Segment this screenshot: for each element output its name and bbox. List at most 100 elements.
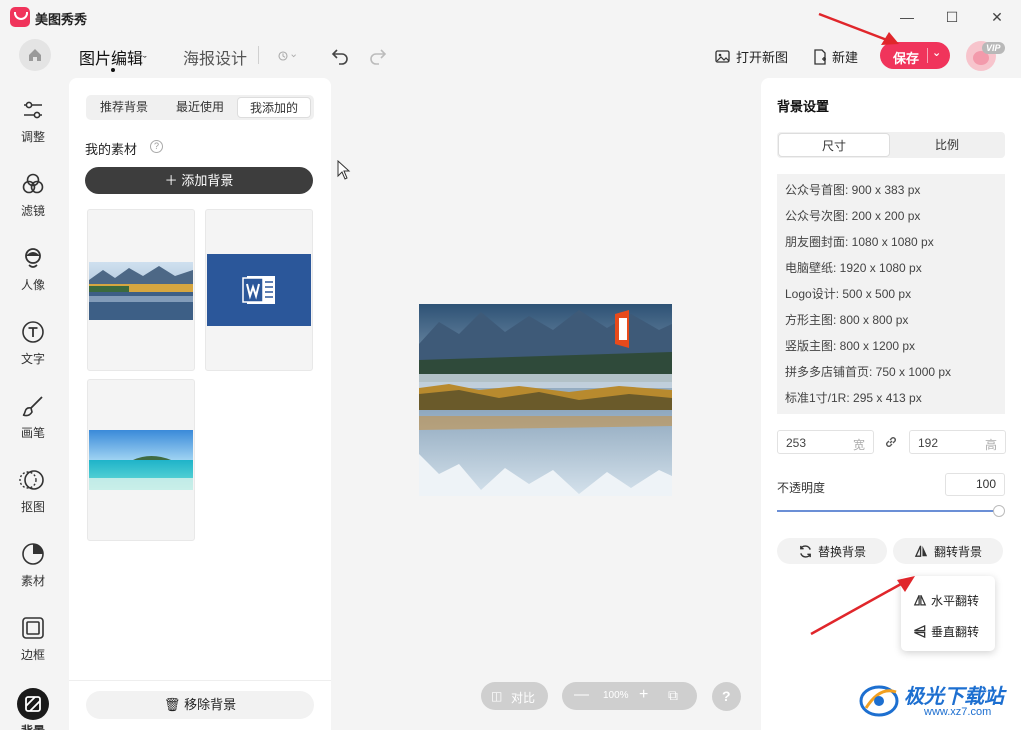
fit-screen-icon[interactable]: ⧉ [668,687,678,704]
opacity-slider-track[interactable] [777,510,999,512]
new-label: 新建 [832,50,859,65]
flip-background-button[interactable]: 翻转背景 [893,538,1003,564]
link-ratio-icon[interactable] [883,434,899,450]
tab-ratio[interactable]: 比例 [891,133,1003,157]
compare-label: 对比 [511,691,536,705]
frame-icon [22,617,44,639]
watermark-logo-icon [859,685,899,717]
title-bar: 美图秀秀 — ☐ ✕ [0,0,1021,34]
new-file-icon [814,48,826,65]
tab-image-edit[interactable]: 图片编辑ˇ [79,45,147,72]
home-icon [29,49,41,61]
compare-icon: ◫ [491,689,503,703]
open-new-image-label: 打开新图 [736,50,789,65]
remove-background-label: 移除背景 [184,697,237,712]
tab-recommended[interactable]: 推荐背景 [92,97,156,118]
remove-background-button[interactable]: 🗑 移除背景 [86,691,314,719]
nav-item-label: 边框 [20,648,45,662]
size-preset[interactable]: 电脑壁纸: 1920 x 1080 px [785,259,922,276]
word-image [207,254,311,326]
nav-item-adjust[interactable]: 调整 [0,98,66,158]
nav-item-label: 画笔 [20,426,45,440]
flip-horizontal-label: 水平翻转 [931,594,980,608]
tab-recent[interactable]: 最近使用 [168,97,232,118]
portrait-icon [25,248,41,268]
opacity-label: 不透明度 [777,481,826,495]
refresh-icon [800,544,811,558]
add-background-button[interactable]: ＋ 添加背景 [85,167,313,194]
beach-image [89,430,193,490]
save-divider [927,48,928,63]
undo-icon[interactable] [330,46,350,66]
flip-vertical-item[interactable]: 垂直翻转 [913,623,979,640]
nav-item-brush[interactable]: 画笔 [0,394,66,454]
nav-item-label: 素材 [20,574,45,588]
nav-item-label: 滤镜 [20,204,45,218]
cutout-icon [19,470,44,490]
chevron-down-icon[interactable]: ⌄ [932,46,941,59]
home-button[interactable] [19,39,51,71]
maximize-button[interactable]: ☐ [941,6,963,28]
filter-icon [22,173,44,194]
zoom-out-icon[interactable]: — [574,686,589,703]
canvas-image[interactable] [419,304,672,496]
app-name: 美图秀秀 [35,12,88,27]
tab-poster-design[interactable]: 海报设计 [183,45,247,69]
nav-item-sticker[interactable]: 素材 [0,542,66,602]
flip-horizontal-icon [913,594,927,606]
zoom-control: — 100% + ⧉ [562,682,697,710]
tab-my-added[interactable]: 我添加的 [237,97,311,118]
image-open-icon [715,49,730,63]
opacity-slider-handle[interactable] [993,505,1005,517]
nav-item-portrait[interactable]: 人像 [0,246,66,306]
nav-item-cutout[interactable]: 抠图 [0,468,66,528]
replace-background-button[interactable]: 替换背景 [777,538,887,564]
opacity-input[interactable]: 100 [945,473,1005,496]
minimize-button[interactable]: — [896,6,918,28]
size-preset[interactable]: 公众号首图: 900 x 383 px [785,181,920,198]
background-thumbnail-word[interactable] [205,209,313,371]
save-label: 保存 [893,51,920,66]
nav-item-frame[interactable]: 边框 [0,616,66,676]
size-preset[interactable]: 标准1寸/1R: 295 x 413 px [785,389,922,406]
redo-icon[interactable] [368,46,388,66]
nav-item-background[interactable]: 背景 [0,688,66,730]
size-preset[interactable]: 竖版主图: 800 x 1200 px [785,337,915,354]
help-icon[interactable]: ? [150,140,163,153]
height-value: 192 [918,436,939,450]
watermark-url: www.xz7.com [924,706,992,718]
tab-image-edit-label: 图片编辑 [79,51,144,68]
save-button[interactable]: 保存 ⌄ [880,42,950,69]
help-label: ? [722,688,731,704]
main-toolbar: 图片编辑ˇ 海报设计 打开新图 新建 保存 ⌄ VIP [0,34,1021,76]
nav-item-label: 抠图 [20,500,45,514]
zoom-in-icon[interactable]: + [639,686,648,704]
size-preset[interactable]: 公众号次图: 200 x 200 px [785,207,920,224]
adjust-icon [24,101,42,119]
chevron-down-icon: ˇ [143,55,147,67]
history-icon[interactable] [277,46,297,66]
text-icon [22,321,44,343]
nav-item-label: 背景 [0,722,66,730]
close-button[interactable]: ✕ [986,6,1008,28]
compare-button[interactable]: ◫ 对比 [481,682,548,710]
my-materials-title: 我的素材 [85,142,138,157]
background-thumbnail-beach[interactable] [87,379,195,541]
size-preset[interactable]: 朋友圈封面: 1080 x 1080 px [785,233,934,250]
height-input[interactable]: 192 高 [909,430,1006,454]
open-new-image-button[interactable]: 打开新图 [715,47,788,66]
size-preset[interactable]: 拼多多店铺首页: 750 x 1000 px [785,363,951,380]
panel-divider [69,680,331,681]
new-button[interactable]: 新建 [813,47,858,66]
background-thumbnail-lake[interactable] [87,209,195,371]
size-preset[interactable]: Logo设计: 500 x 500 px [785,285,911,302]
width-input[interactable]: 253 宽 [777,430,874,454]
tab-size[interactable]: 尺寸 [778,133,890,157]
nav-item-text[interactable]: 文字 [0,320,66,380]
nav-item-filter[interactable]: 滤镜 [0,172,66,232]
flip-menu: 水平翻转 垂直翻转 [901,576,995,651]
size-preset[interactable]: 方形主图: 800 x 800 px [785,311,908,328]
help-button[interactable]: ? [712,682,741,711]
flip-horizontal-item[interactable]: 水平翻转 [913,592,979,609]
background-library-panel: 推荐背景 最近使用 我添加的 我的素材 ? ＋ 添加背景 🗑 移除背景 [69,78,331,730]
